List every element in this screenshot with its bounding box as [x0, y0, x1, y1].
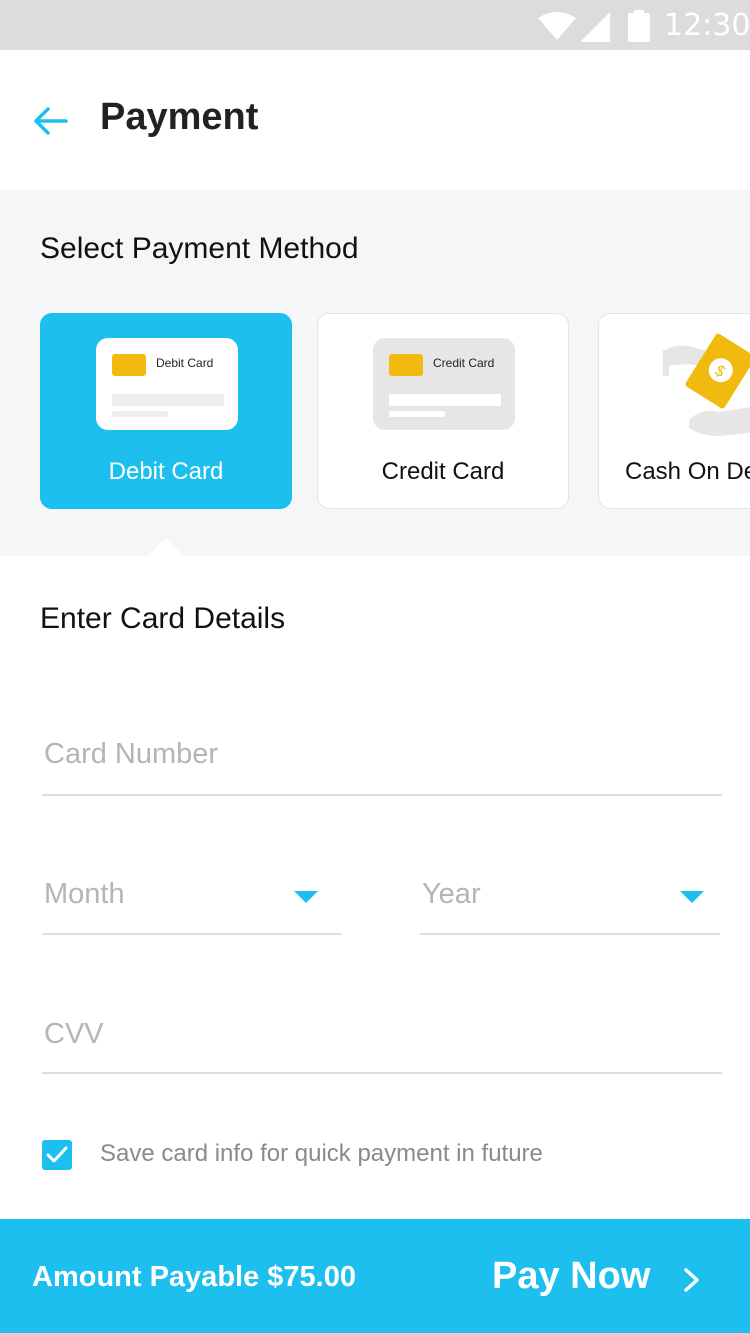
cash-hand-icon: $ — [663, 333, 750, 436]
checkmark-icon — [46, 1146, 68, 1163]
credit-card-illustration: Credit Card — [373, 338, 515, 430]
amount-payable: Amount Payable $75.00 — [32, 1261, 356, 1293]
status-time: 12:30 — [664, 8, 750, 43]
card-chip-icon — [389, 354, 423, 376]
chevron-right-icon — [684, 1268, 699, 1292]
card-number-placeholder: Card Number — [44, 738, 219, 770]
pay-now-button[interactable]: Pay Now — [492, 1255, 650, 1298]
back-arrow-icon[interactable] — [32, 106, 68, 136]
debit-card-illustration: Debit Card — [96, 338, 238, 430]
credit-card-illustration-label: Credit Card — [433, 356, 495, 370]
payment-option-label: Credit Card — [381, 458, 505, 485]
card-number-underline — [42, 794, 722, 796]
payment-option-credit-card[interactable]: Credit Card Credit Card — [317, 313, 569, 509]
status-bar: 12:30 — [0, 0, 750, 50]
battery-icon — [628, 10, 650, 42]
month-underline — [42, 933, 342, 935]
year-underline — [420, 933, 720, 935]
payment-option-cash-on-delivery[interactable]: $ Cash On Delivery — [598, 313, 750, 509]
card-details-title: Enter Card Details — [40, 602, 286, 635]
payment-option-label: Debit Card — [108, 458, 224, 485]
payment-option-debit-card[interactable]: Debit Card Debit Card — [40, 313, 292, 509]
cvv-underline — [42, 1072, 722, 1074]
page-title: Payment — [100, 96, 259, 138]
month-placeholder: Month — [44, 878, 125, 910]
dropdown-arrow-icon — [680, 891, 704, 903]
wifi-icon — [538, 12, 576, 40]
payment-option-label: Cash On Delivery — [625, 458, 750, 485]
selected-method-pointer — [148, 538, 184, 556]
card-number-input[interactable]: Card Number — [42, 720, 722, 794]
dropdown-arrow-icon — [294, 891, 318, 903]
payment-screen: 12:30 Payment Select Payment Method Debi… — [0, 0, 750, 1333]
year-placeholder: Year — [422, 878, 481, 910]
save-card-checkbox[interactable] — [42, 1140, 72, 1170]
app-bar: Payment — [0, 50, 750, 190]
cvv-input[interactable]: CVV — [42, 1000, 722, 1074]
pay-now-bar[interactable]: Amount Payable $75.00 Pay Now — [0, 1219, 750, 1333]
payment-method-section: Select Payment Method Debit Card Debit C… — [0, 190, 750, 556]
card-chip-icon — [112, 354, 146, 376]
cvv-placeholder: CVV — [44, 1018, 104, 1050]
debit-card-illustration-label: Debit Card — [156, 356, 214, 370]
save-card-label: Save card info for quick payment in futu… — [100, 1140, 543, 1167]
month-select[interactable]: Month — [42, 860, 342, 934]
signal-icon — [580, 12, 610, 42]
payment-method-title: Select Payment Method — [40, 232, 359, 265]
year-select[interactable]: Year — [420, 860, 720, 934]
